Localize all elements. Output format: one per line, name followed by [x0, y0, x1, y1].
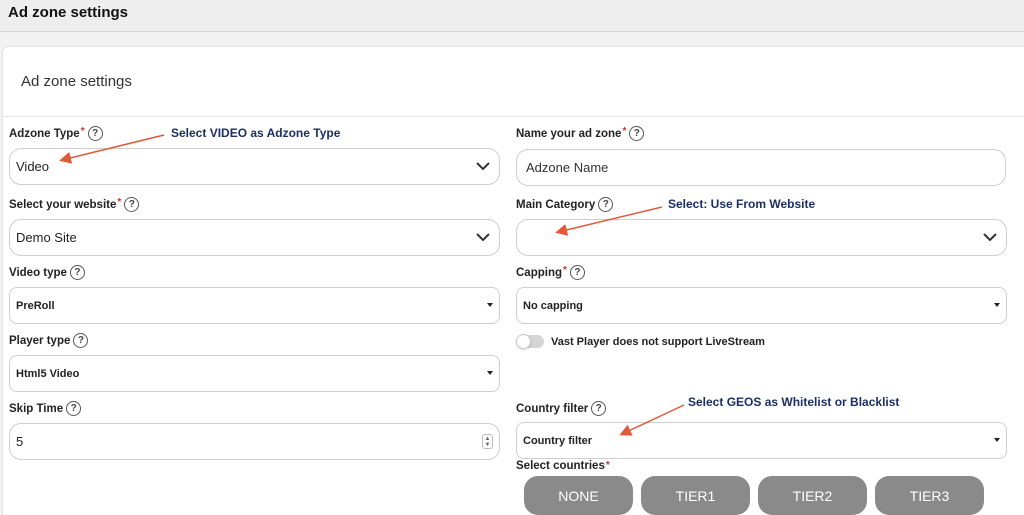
tier-none-button[interactable]: NONE [524, 476, 633, 515]
caret-down-icon [487, 371, 493, 375]
help-icon[interactable]: ? [69, 265, 85, 280]
caret-down-icon [487, 303, 493, 307]
stepper-icon[interactable]: ▲ ▼ [482, 434, 493, 449]
help-icon[interactable]: ? [598, 197, 614, 212]
help-icon[interactable]: ? [87, 126, 103, 141]
video-type-label: Video type? [9, 265, 85, 280]
adzone-type-select[interactable]: Video [9, 148, 500, 185]
caret-down-icon [994, 438, 1000, 442]
capping-label: Capping *? [516, 265, 585, 280]
zone-name-input[interactable]: Adzone Name [516, 149, 1006, 186]
chevron-down-icon [983, 233, 997, 242]
help-icon[interactable]: ? [66, 401, 82, 416]
country-filter-label: Country filter? [516, 401, 607, 416]
annotation-category: Select: Use From Website [668, 197, 816, 211]
player-type-select[interactable]: Html5 Video [9, 355, 500, 392]
player-type-label: Player type? [9, 333, 89, 348]
capping-select[interactable]: No capping [516, 287, 1007, 324]
vast-livestream-label: Vast Player does not support LiveStream [551, 336, 765, 348]
toggle-knob [516, 334, 531, 349]
annotation-geos: Select GEOS as Whitelist or Blacklist [688, 395, 900, 409]
caret-down-icon [994, 303, 1000, 307]
help-icon[interactable]: ? [629, 126, 645, 141]
page-title: Ad zone settings [8, 4, 129, 21]
skip-time-input[interactable]: 5 ▲ ▼ [9, 423, 500, 460]
tier1-button[interactable]: TIER1 [641, 476, 750, 515]
country-filter-select[interactable]: Country filter [516, 422, 1007, 459]
annotation-adzone: Select VIDEO as Adzone Type [171, 126, 341, 140]
website-select[interactable]: Demo Site [9, 219, 500, 256]
main-category-select[interactable] [516, 219, 1007, 256]
top-bar: Ad zone settings [0, 0, 1024, 32]
help-icon[interactable]: ? [124, 197, 140, 212]
zone-name-label: Name your ad zone *? [516, 126, 645, 141]
chevron-down-icon [476, 162, 490, 171]
card-header: Ad zone settings [3, 47, 1024, 117]
main-category-label: Main Category? [516, 197, 614, 212]
help-icon[interactable]: ? [73, 333, 89, 348]
help-icon[interactable]: ? [569, 265, 585, 280]
tier3-button[interactable]: TIER3 [875, 476, 984, 515]
help-icon[interactable]: ? [591, 401, 607, 416]
skip-time-label: Skip Time? [9, 401, 82, 416]
select-countries-label: Select countries * [516, 460, 610, 472]
adzone-type-label: Adzone Type *? [9, 126, 103, 141]
website-label: Select your website *? [9, 197, 140, 212]
video-type-select[interactable]: PreRoll [9, 287, 500, 324]
tier2-button[interactable]: TIER2 [758, 476, 867, 515]
card-title: Ad zone settings [21, 73, 132, 90]
vast-livestream-toggle[interactable] [516, 334, 544, 349]
chevron-down-icon [476, 233, 490, 242]
